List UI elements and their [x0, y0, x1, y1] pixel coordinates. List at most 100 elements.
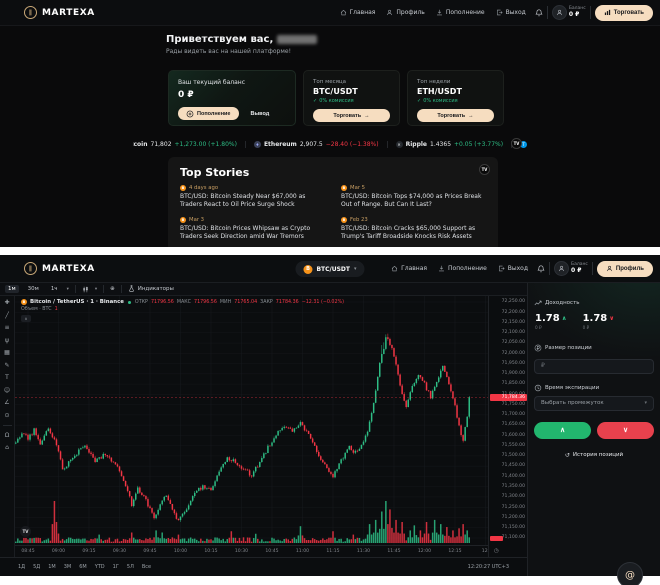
plus-circle-icon: [186, 110, 194, 118]
range-button[interactable]: 5Л: [127, 564, 134, 570]
range-button[interactable]: 3М: [64, 564, 72, 570]
story-headline: BTC/USD: Bitcoin Steady Near $67,000 as …: [180, 193, 306, 209]
channels-icon[interactable]: ≡: [4, 325, 9, 331]
volume-legend[interactable]: Объем · BTC 1: [21, 307, 58, 312]
interval-button[interactable]: 30м: [25, 285, 42, 293]
nav-item-logout[interactable]: Выход: [496, 9, 526, 16]
expiry-select[interactable]: Выбрать промежуток ▾: [534, 395, 654, 411]
volume-label: Объем · BTC: [21, 307, 52, 312]
ticker-item-xrp[interactable]: ✕ Ripple 1.4365 +0.05 (+3.77%): [386, 140, 511, 148]
chart-style-button[interactable]: [82, 286, 89, 293]
story-meta: B Mar 5: [341, 185, 486, 191]
position-size-input[interactable]: [534, 358, 654, 374]
stories-grid: B4 days ago BTC/USD: Bitcoin Steady Near …: [180, 185, 486, 242]
price-tick: 71,900.00: [501, 371, 525, 377]
nav-item-deposit[interactable]: Пополнение: [436, 9, 485, 16]
chart-pane[interactable]: B Bitcoin / TetherUS · 1 · Binance ОТКР 717…: [15, 296, 488, 545]
buy-up-button[interactable]: ∧: [534, 421, 591, 439]
withdraw-button[interactable]: Вывод: [251, 111, 270, 117]
avatar[interactable]: [551, 5, 567, 20]
chevron-down-icon[interactable]: ▾: [67, 287, 69, 292]
bell-icon[interactable]: [535, 8, 543, 17]
bell-icon[interactable]: [537, 264, 545, 273]
divider: [74, 285, 76, 293]
tradingview-badge[interactable]: TV: [479, 164, 490, 175]
logout-icon: [496, 9, 503, 16]
support-fab[interactable]: @: [617, 562, 643, 585]
magnet-icon[interactable]: Ω: [5, 432, 10, 439]
ticker-item-btc[interactable]: BBitcoin71,802+1,273.00 (+1.80%): [133, 141, 245, 148]
measure-icon[interactable]: ∠: [4, 400, 9, 406]
nav-item-home[interactable]: Главная: [340, 9, 375, 16]
patterns-icon[interactable]: ▦: [4, 350, 10, 356]
compare-button[interactable]: ⊕: [110, 286, 115, 292]
brand[interactable]: ∥ MARTEXA: [24, 6, 95, 19]
range-button[interactable]: YTD: [95, 564, 105, 570]
home-tool-icon[interactable]: ⌂: [5, 445, 9, 451]
ticker-item-eth[interactable]: ♦ Ethereum 2,907.5 −28.40 (−1.38%): [244, 140, 387, 148]
zoom-icon[interactable]: ⊙: [4, 412, 9, 419]
ticker-price: 1.4365: [430, 140, 452, 148]
ohlc-label: ЗАКР: [260, 299, 273, 305]
page: ∥ MARTEXA Главная Профиль Пополнение Выход …: [0, 0, 660, 585]
balance-card-value: 0 ₽: [178, 90, 194, 100]
profile-button[interactable]: Профиль: [596, 260, 653, 277]
ohlc-value: 71796.56: [150, 299, 174, 305]
tradingview-badge[interactable]: TV: [511, 138, 522, 149]
range-button[interactable]: Все: [142, 564, 151, 570]
chevron-down-icon: ∨: [609, 315, 615, 322]
nav-item-logout[interactable]: Выход: [498, 265, 528, 272]
range-button[interactable]: 1Г: [113, 564, 119, 570]
tradingview-watermark[interactable]: TV: [20, 526, 31, 537]
time-tick: 09:30: [112, 549, 127, 554]
range-button[interactable]: 5Д: [33, 564, 40, 570]
story-item[interactable]: B Mar 5 BTC/USD: Bitcoin Tops $74,000 as P…: [341, 185, 486, 210]
brush-icon[interactable]: ✎: [4, 362, 9, 369]
clock-label[interactable]: 12:20:27 UTC+3: [468, 564, 509, 570]
avatar[interactable]: [554, 261, 569, 276]
price-axis[interactable]: 72,250.00 72,200.00 72,150.00 72,100.00 72,0…: [488, 296, 527, 557]
pair-selector[interactable]: B BTC/USDT ▾: [295, 261, 365, 277]
price-tick: 71,600.00: [501, 432, 525, 438]
chart-legend[interactable]: B Bitcoin / TetherUS · 1 · Binance ОТКР 717…: [21, 299, 344, 305]
ohlc-value: 71796.56: [194, 299, 217, 305]
interval-button[interactable]: 1ч: [48, 285, 61, 293]
story-item[interactable]: B4 days ago BTC/USD: Bitcoin Steady Near …: [180, 185, 325, 210]
positions-history-link[interactable]: ↺ История позиций: [534, 452, 654, 459]
promo-pair: ETH/USDT: [417, 87, 462, 96]
balance-card-title: Ваш текущий баланс: [178, 79, 246, 86]
range-switcher: 1Д 5Д 1М 3М 6М YTD 1Г 5Л Все: [18, 564, 159, 570]
range-button[interactable]: 1М: [48, 564, 56, 570]
story-item[interactable]: B Mar 3 BTC/USD: Bitcoin Prices Whipsaw as…: [180, 216, 325, 242]
promo-trade-button[interactable]: Торговать →: [417, 109, 494, 122]
promo-trade-button[interactable]: Торговать →: [313, 109, 390, 122]
interval-button[interactable]: 1м: [5, 285, 19, 293]
range-button[interactable]: 1Д: [18, 564, 25, 570]
crosshair-icon[interactable]: ✚: [4, 300, 9, 306]
pitchfork-icon[interactable]: ψ: [5, 337, 9, 344]
promo-tag: Топ недели: [417, 79, 451, 85]
arrow-right-icon: →: [364, 112, 370, 119]
indicators-button[interactable]: Индикаторы: [128, 284, 174, 294]
brand[interactable]: ∥ MARTEXA: [24, 262, 95, 275]
time-axis[interactable]: 08:45 09:00 09:15 09:30 09:45 10:00 10:15 10:30…: [15, 545, 488, 557]
price-tick: 71,650.00: [501, 422, 525, 428]
chevron-down-icon[interactable]: ▾: [95, 287, 97, 292]
legend-collapse-button[interactable]: ∧: [21, 315, 31, 322]
trendline-icon[interactable]: ╱: [5, 312, 9, 319]
deposit-button[interactable]: Пополнение: [178, 107, 239, 120]
trade-button[interactable]: Торговать: [594, 4, 653, 21]
price-tick: 72,050.00: [501, 340, 525, 346]
buy-down-button[interactable]: ∨: [597, 421, 654, 439]
text-icon[interactable]: T: [5, 375, 9, 381]
range-button[interactable]: 6М: [79, 564, 87, 570]
nav-item-user[interactable]: Профиль: [386, 9, 425, 16]
story-item[interactable]: B Feb 23 BTC/USD: Bitcoin Cracks $65,000 S…: [341, 216, 486, 242]
ticker-change: +1,273.00 (+1.80%): [174, 140, 237, 148]
ticker-price: 71,802: [150, 140, 172, 148]
nav-item-deposit[interactable]: Пополнение: [438, 265, 487, 272]
timezone-clock-icon[interactable]: ◷: [494, 548, 499, 554]
emoji-icon[interactable]: ☺: [4, 387, 10, 394]
pair-label: BTC/USDT: [316, 265, 351, 273]
nav-item-home[interactable]: Главная: [391, 265, 427, 272]
